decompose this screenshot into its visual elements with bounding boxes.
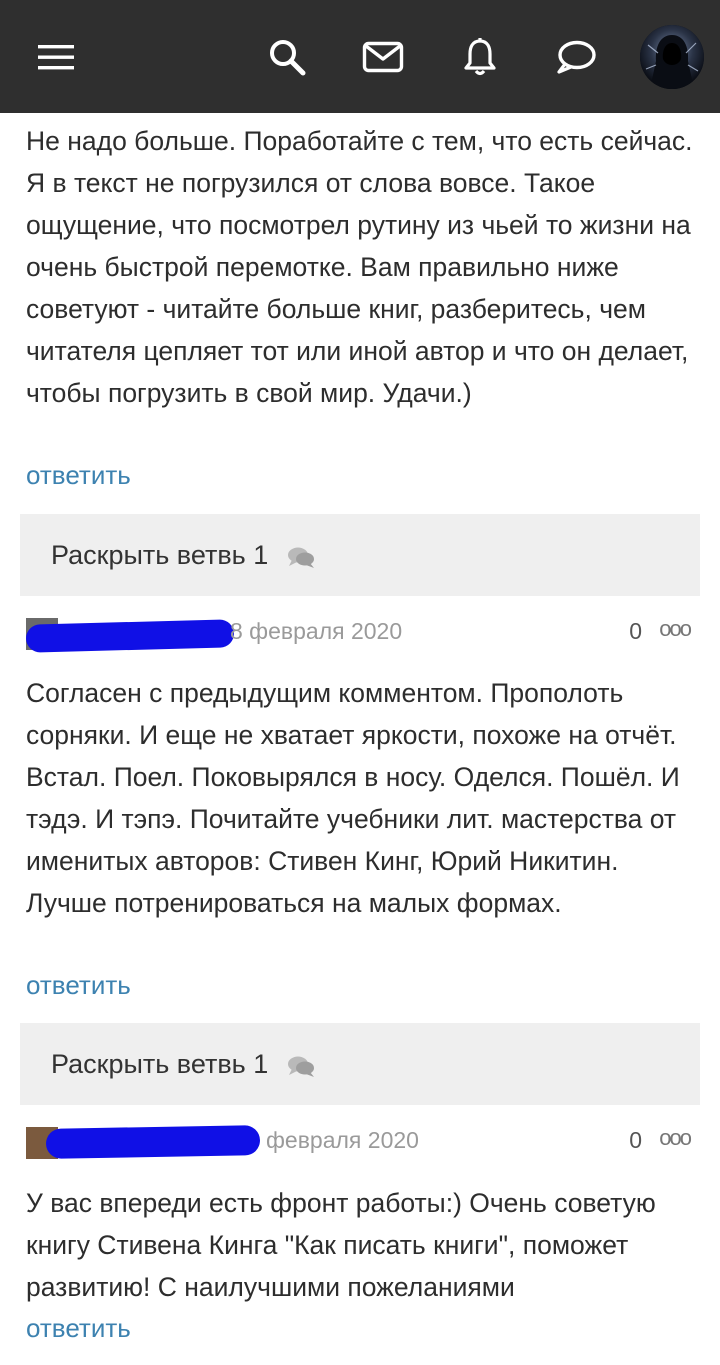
comment-3-more-button[interactable]: ооо [659,1125,692,1151]
search-button[interactable] [257,27,317,87]
comment-2-username-redaction [25,619,235,653]
comment-3-username-redaction [45,1125,261,1159]
expand-thread-2-button[interactable]: Раскрыть ветвь 1 [20,1023,700,1105]
chat-icon [557,40,596,74]
user-avatar[interactable] [640,25,704,89]
comment-3-text: У вас впереди есть фронт работы:) Очень … [26,1188,656,1302]
chat-button[interactable] [546,27,606,87]
top-navigation-bar [0,0,720,113]
comment-3-reply-link[interactable]: ответить [26,1313,131,1344]
comments-bubble-icon [288,547,315,568]
bell-icon [464,38,496,76]
menu-icon [38,45,74,70]
hooded-figure-icon [640,25,704,89]
menu-button[interactable] [26,27,86,87]
comment-3-date: февраля 2020 [266,1127,419,1153]
comment-1-text: Не надо больше. Поработайте с тем, что е… [26,126,693,408]
comment-2-meta: 8 февраля 2020 0 ооо [25,616,696,656]
comment-2-more-button[interactable]: ооо [659,616,692,642]
comment-2-text: Согласен с предыдущим комментом. Прополо… [26,678,680,918]
comment-1-reply-link[interactable]: ответить [26,460,131,491]
comment-3-vote-count: 0 [629,1127,642,1153]
comment-3-meta: февраля 2020 0 ооо [26,1125,696,1165]
comment-2-date: 8 февраля 2020 [230,618,403,644]
expand-thread-1-button[interactable]: Раскрыть ветвь 1 [20,514,700,596]
comment-2-vote-count: 0 [629,618,642,644]
expand-thread-label: Раскрыть ветвь 1 [51,539,269,570]
messages-button[interactable] [353,27,413,87]
mail-icon [362,41,404,73]
search-icon [270,40,306,76]
comments-bubble-icon [288,1056,315,1077]
notifications-button[interactable] [450,27,510,87]
expand-thread-label: Раскрыть ветвь 1 [51,1048,269,1079]
comment-2-reply-link[interactable]: ответить [26,970,131,1001]
